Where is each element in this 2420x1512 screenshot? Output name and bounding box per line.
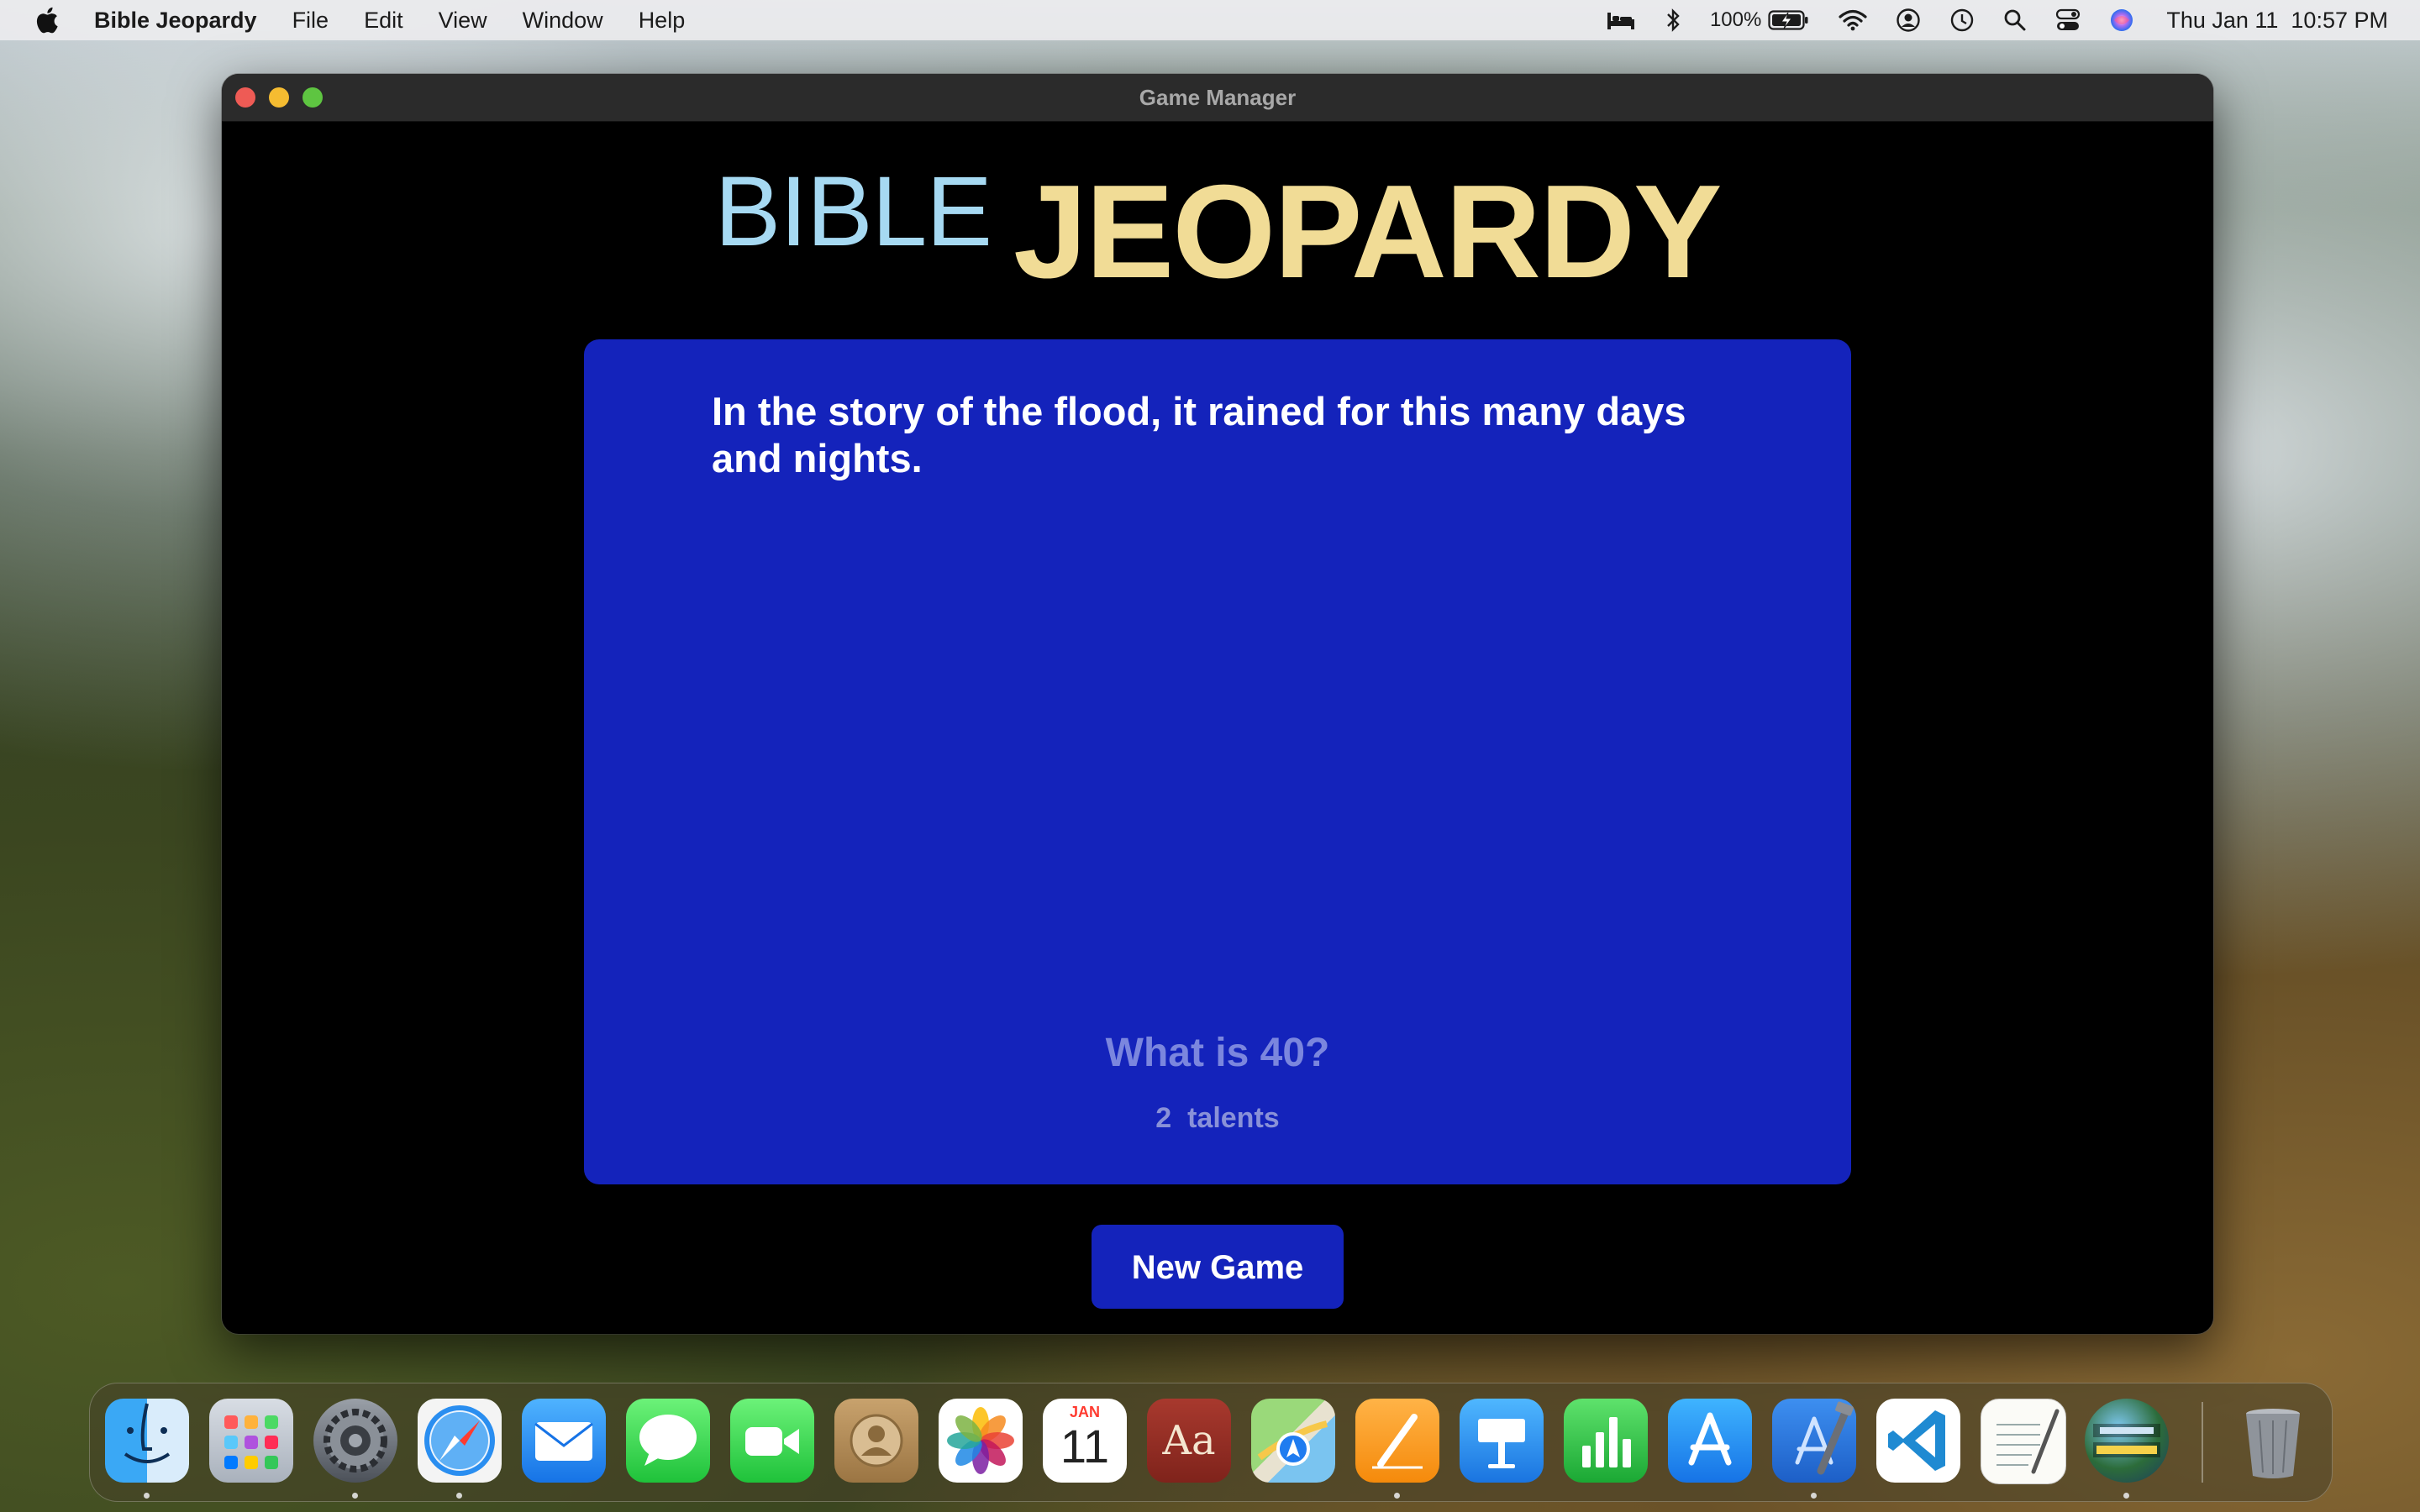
game-manager-window: Game Manager BIBLE JEOPARDY In the story … [222, 74, 2213, 1334]
facetime-icon[interactable] [730, 1399, 814, 1483]
apple-menu-icon[interactable] [34, 5, 62, 35]
vscode-icon[interactable] [1876, 1399, 1960, 1483]
menu-bar: Bible Jeopardy File Edit View Window Hel… [0, 0, 2420, 40]
logo-word-bible: BIBLE [714, 156, 992, 267]
launchpad-icon[interactable] [209, 1399, 293, 1483]
menubar-clock[interactable]: Thu Jan 11 10:57 PM [2166, 8, 2388, 34]
clue-question: In the story of the flood, it rained for… [712, 389, 1686, 480]
menu-window[interactable]: Window [523, 8, 603, 34]
menu-help[interactable]: Help [639, 8, 686, 34]
bible-jeopardy-logo: BIBLE JEOPARDY [222, 155, 2213, 307]
logo-word-jeopardy: JEOPARDY [1013, 158, 1723, 306]
clue-answer: What is 40? [1105, 1031, 1330, 1075]
menu-view[interactable]: View [439, 8, 487, 34]
photos-icon[interactable] [939, 1399, 1023, 1483]
battery-icon [1768, 10, 1808, 30]
user-account-icon[interactable] [1896, 8, 1921, 33]
calendar-day: 11 [1060, 1420, 1110, 1473]
numbers-icon[interactable] [1564, 1399, 1648, 1483]
bible-jeopardy-icon[interactable] [2085, 1399, 2169, 1483]
pages-icon[interactable] [1355, 1399, 1439, 1483]
xcode-icon[interactable] [1772, 1399, 1856, 1483]
calendar-icon[interactable]: JAN 11 [1043, 1399, 1127, 1483]
maps-icon[interactable] [1251, 1399, 1335, 1483]
app-store-icon[interactable] [1668, 1399, 1752, 1483]
trash-icon[interactable] [2231, 1399, 2315, 1483]
contacts-icon[interactable] [834, 1399, 918, 1483]
window-title-bar[interactable]: Game Manager [222, 74, 2213, 122]
dictionary-label: Aa [1162, 1417, 1216, 1464]
calendar-month: JAN [1069, 1404, 1100, 1420]
time-machine-icon[interactable] [1949, 8, 1975, 33]
new-game-button[interactable]: New Game [1092, 1225, 1344, 1309]
pages-running-dot [1394, 1493, 1400, 1499]
finder-running-dot [144, 1493, 150, 1499]
system-settings-running-dot [352, 1493, 358, 1499]
battery-status[interactable]: 100% [1710, 8, 1810, 32]
textedit-icon[interactable] [1981, 1399, 2066, 1484]
dock: JAN 11 Aa [89, 1383, 2333, 1502]
clue-card[interactable]: In the story of the flood, it rained for… [584, 339, 1851, 1184]
mail-icon[interactable] [522, 1399, 606, 1483]
xcode-running-dot [1811, 1493, 1817, 1499]
bed-icon[interactable] [1606, 9, 1636, 31]
window-title: Game Manager [1139, 85, 1297, 110]
battery-percent: 100% [1709, 8, 1762, 31]
menu-file[interactable]: File [292, 8, 329, 34]
menu-edit[interactable]: Edit [364, 8, 403, 34]
menu-app-name[interactable]: Bible Jeopardy [94, 8, 257, 34]
dictionary-icon[interactable]: Aa [1147, 1399, 1231, 1483]
dock-separator [2202, 1402, 2203, 1483]
system-settings-icon[interactable] [313, 1399, 397, 1483]
control-center-icon[interactable] [2055, 8, 2081, 32]
safari-icon[interactable] [418, 1399, 502, 1483]
clue-points: 2 talents [1155, 1102, 1280, 1134]
wifi-icon[interactable] [1839, 9, 1867, 31]
messages-icon[interactable] [626, 1399, 710, 1483]
spotlight-search-icon[interactable] [2003, 8, 2027, 32]
bible-jeopardy-running-dot [2123, 1493, 2129, 1499]
finder-icon[interactable] [105, 1399, 189, 1483]
safari-running-dot [456, 1493, 462, 1499]
bluetooth-icon[interactable] [1665, 8, 1681, 33]
siri-icon[interactable] [2109, 8, 2134, 33]
keynote-icon[interactable] [1460, 1399, 1544, 1483]
